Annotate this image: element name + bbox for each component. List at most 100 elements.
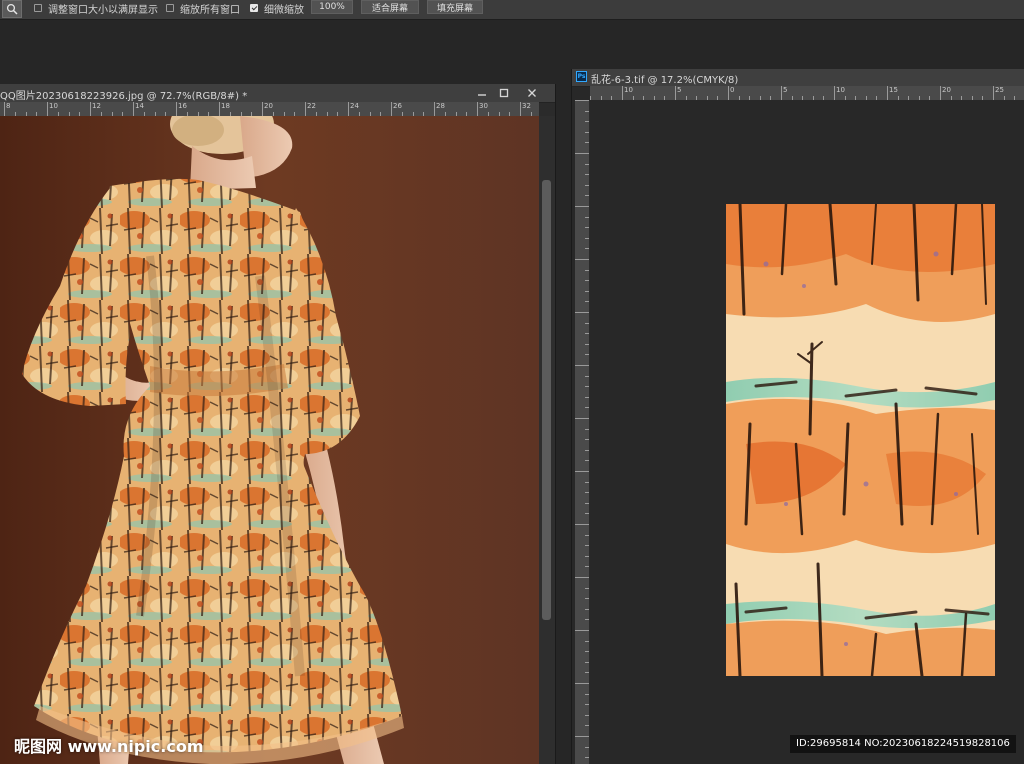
ruler-tick xyxy=(585,163,589,165)
ruler-tick xyxy=(585,375,589,377)
document-window-photo: QQ图片20230618223926.jpg @ 72.7%(RGB/8#) *… xyxy=(0,84,556,764)
ruler-tick xyxy=(176,102,177,116)
zoom-icon[interactable] xyxy=(2,0,22,18)
scrollbar-thumb[interactable] xyxy=(542,180,551,620)
ruler-label: 12 xyxy=(92,102,101,110)
ruler-tick xyxy=(585,396,589,398)
ruler-label: 28 xyxy=(436,102,445,110)
ruler-label: 25 xyxy=(995,86,1004,94)
minimize-icon xyxy=(478,93,486,96)
ruler-label: 5 xyxy=(783,86,788,94)
ruler-tick xyxy=(585,110,589,112)
pattern-artwork xyxy=(726,204,995,676)
ruler-tick xyxy=(585,333,589,335)
ruler-tick xyxy=(585,502,589,504)
ruler-tick xyxy=(585,725,589,727)
ruler-tick xyxy=(585,566,589,568)
restore-icon xyxy=(499,88,509,97)
ruler-tick xyxy=(585,714,589,716)
ruler-tick xyxy=(585,513,589,515)
ruler-tick xyxy=(585,449,589,451)
ruler-tick xyxy=(585,534,589,536)
zoom-100-button[interactable]: 100% xyxy=(311,0,353,14)
ruler-label: 18 xyxy=(221,102,230,110)
document-tab-photo[interactable]: QQ图片20230618223926.jpg @ 72.7%(RGB/8#) * xyxy=(0,84,555,103)
ruler-tick xyxy=(585,142,589,144)
ruler-tick xyxy=(219,102,220,116)
ruler-label: 8 xyxy=(6,102,11,110)
ruler-tick xyxy=(477,102,478,116)
ruler-label: 5 xyxy=(677,86,682,94)
restore-button[interactable] xyxy=(494,84,514,101)
ruler-tick xyxy=(834,86,835,100)
ruler-tick xyxy=(575,524,589,525)
document-title-pattern: 乱花-6-3.tif @ 17.2%(CMYK/8) xyxy=(591,75,739,86)
zoom-all-windows-checkbox[interactable] xyxy=(166,4,174,12)
ruler-tick xyxy=(585,174,589,176)
ruler-tick xyxy=(585,460,589,462)
ruler-tick xyxy=(575,630,589,631)
ruler-tick xyxy=(262,102,263,116)
pattern-canvas-area[interactable] xyxy=(590,100,1024,764)
ruler-label: 32 xyxy=(522,102,531,110)
ruler-tick xyxy=(575,418,589,419)
ruler-tick xyxy=(585,619,589,621)
resize-windows-checkbox[interactable] xyxy=(34,4,42,12)
ruler-tick xyxy=(585,301,589,303)
document-window-pattern: Ps 乱花-6-3.tif @ 17.2%(CMYK/8) 10 5 0 5 10 15 2… xyxy=(571,69,1024,764)
ruler-tick xyxy=(585,343,589,345)
ruler-label: 14 xyxy=(135,102,144,110)
document-title-photo: QQ图片20230618223926.jpg @ 72.7%(RGB/8#) * xyxy=(0,91,248,102)
fill-screen-button[interactable]: 填充屏幕 xyxy=(427,0,483,14)
scrubby-zoom-option[interactable]: 细微缩放 xyxy=(250,0,304,16)
ruler-tick xyxy=(348,102,349,116)
horizontal-ruler[interactable]: 8 10 12 14 16 18 20 22 24 26 28 30 32 xyxy=(0,102,539,117)
close-button[interactable] xyxy=(522,84,542,101)
vertical-scrollbar[interactable] xyxy=(539,116,555,764)
ruler-label: 20 xyxy=(264,102,273,110)
ruler-tick xyxy=(585,386,589,388)
ruler-tick xyxy=(4,102,5,116)
ruler-tick xyxy=(47,102,48,116)
fit-screen-button[interactable]: 适合屏幕 xyxy=(361,0,419,14)
minimize-button[interactable] xyxy=(472,84,492,101)
options-bar: 调整窗口大小以满屏显示 缩放所有窗口 细微缩放 100% 适合屏幕 填充屏幕 xyxy=(0,0,1024,20)
ruler-tick xyxy=(585,492,589,494)
horizontal-ruler-pattern[interactable]: 10 5 0 5 10 15 20 25 xyxy=(590,86,1024,101)
ruler-tick xyxy=(675,86,676,100)
zoom-all-windows-label: 缩放所有窗口 xyxy=(180,4,240,16)
ruler-tick xyxy=(575,471,589,472)
ruler-tick xyxy=(575,312,589,313)
vertical-ruler-pattern[interactable] xyxy=(575,100,590,764)
ruler-tick xyxy=(520,102,521,116)
ruler-tick xyxy=(585,651,589,653)
resize-windows-option[interactable]: 调整窗口大小以满屏显示 xyxy=(34,0,158,16)
document-tab-pattern[interactable]: Ps 乱花-6-3.tif @ 17.2%(CMYK/8) xyxy=(572,69,1024,87)
ruler-tick xyxy=(585,555,589,557)
ruler-tick xyxy=(585,672,589,674)
ruler-tick xyxy=(575,259,589,260)
ruler-tick xyxy=(585,407,589,409)
ruler-tick xyxy=(585,269,589,271)
ruler-tick xyxy=(585,195,589,197)
photo-canvas[interactable] xyxy=(0,116,539,764)
ruler-tick xyxy=(940,86,941,100)
ruler-tick xyxy=(585,280,589,282)
ruler-tick xyxy=(434,102,435,116)
ruler-label: 20 xyxy=(942,86,951,94)
ruler-tick xyxy=(585,184,589,186)
ruler-tick xyxy=(585,322,589,324)
ruler-tick xyxy=(781,86,782,100)
scrubby-zoom-checkbox[interactable] xyxy=(250,4,258,12)
ruler-label: 10 xyxy=(836,86,845,94)
ruler-label: 30 xyxy=(479,102,488,110)
ruler-tick xyxy=(585,481,589,483)
ruler-tick xyxy=(728,86,729,100)
ruler-tick xyxy=(622,86,623,100)
ruler-tick xyxy=(575,100,589,101)
ruler-label: 16 xyxy=(178,102,187,110)
ruler-label: 22 xyxy=(307,102,316,110)
ruler-tick xyxy=(585,131,589,133)
ruler-tick xyxy=(585,428,589,430)
zoom-all-windows-option[interactable]: 缩放所有窗口 xyxy=(166,0,240,16)
